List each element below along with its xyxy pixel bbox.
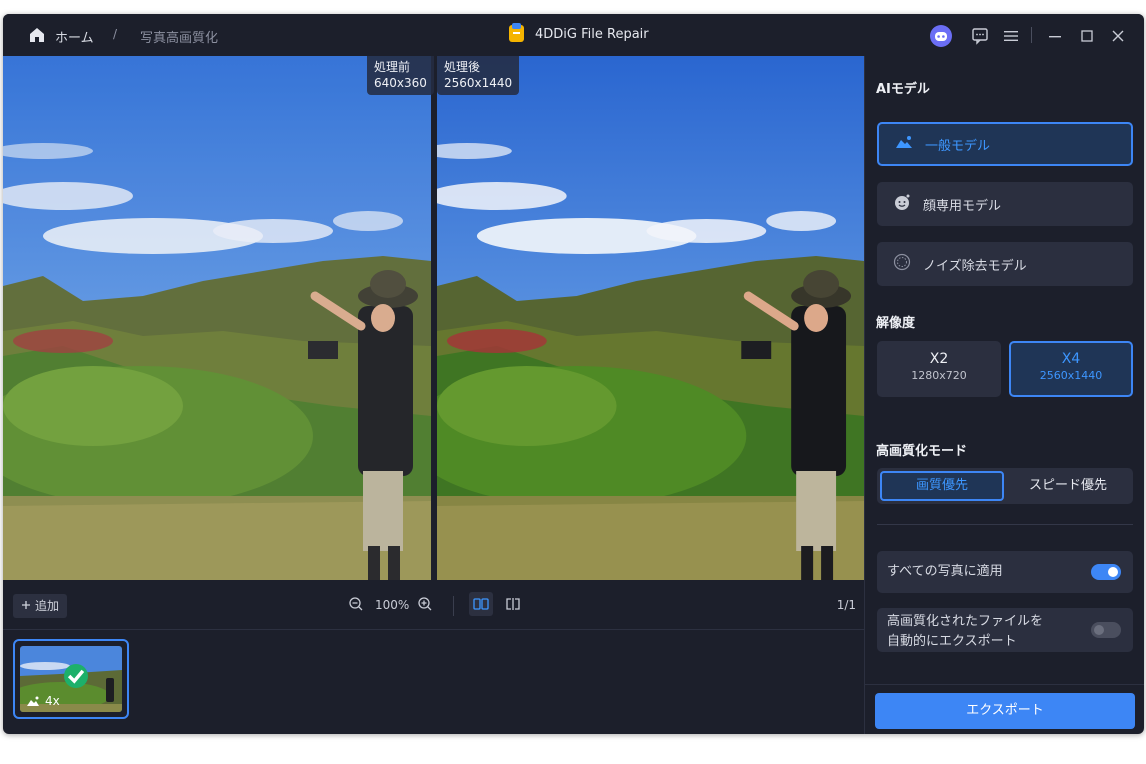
breadcrumb-current: 写真高画質化 [140,31,219,46]
resolution-x2-button[interactable]: X2 1280x720 [877,341,1001,397]
face-icon [893,193,911,215]
thumbnail-scale: 4x [45,694,60,708]
resolution-x2-label: X2 [929,351,949,367]
discord-icon[interactable] [930,25,952,47]
model-face-label: 顔専用モデル [923,198,1002,214]
after-tag: 処理後 2560x1440 [437,56,520,95]
landscape-icon [27,696,39,706]
page-count: 1/1 [836,598,856,612]
before-size: 640x360 [374,76,427,90]
thumbnail-image: 4x [20,646,122,712]
after-label: 処理後 [444,60,481,74]
apply-all-toggle[interactable] [1091,564,1121,580]
app-title: 4DDiG File Repair [535,27,649,42]
export-button[interactable]: エクスポート [875,693,1135,729]
quality-priority-button[interactable]: 画質優先 [880,471,1004,501]
resolution-x4-button[interactable]: X4 2560x1440 [1009,341,1133,397]
check-icon [64,664,88,688]
model-general-label: 一般モデル [925,138,991,154]
minimize-icon[interactable] [1044,25,1066,47]
app-window: ホーム / 写真高画質化 4DDiG File Repair 処理前 640x3… [3,14,1144,734]
add-button[interactable]: 追加 [13,594,68,618]
auto-export-toggle[interactable] [1091,622,1121,638]
enhance-mode-title: 高画質化モード [876,444,968,459]
model-noise-button[interactable]: ノイズ除去モデル [877,242,1133,286]
maximize-icon[interactable] [1076,25,1098,47]
title-bar: ホーム / 写真高画質化 4DDiG File Repair [3,14,1144,56]
feedback-icon[interactable] [969,25,991,47]
speed-priority-button[interactable]: スピード優先 [1006,471,1130,501]
zoom-level: 100% [375,598,410,612]
add-button-label: 追加 [35,599,60,613]
noise-icon [893,253,911,275]
resolution-x4-label: X4 [1061,351,1081,367]
model-general-button[interactable]: 一般モデル [877,122,1133,166]
resolution-x4-size: 2560x1440 [1039,369,1103,382]
apply-all-option: すべての写真に適用 [877,551,1133,593]
enhance-mode-group: 画質優先 スピード優先 [877,468,1133,504]
thumbnail-item[interactable]: 4x [13,639,129,719]
landscape-icon [895,134,913,154]
preview-toolbar: 追加 100% 1/1 [3,580,864,630]
plus-icon [21,594,31,618]
ai-model-title: AIモデル [876,82,930,97]
model-face-button[interactable]: 顔専用モデル [877,182,1133,226]
panel-divider [877,524,1133,525]
before-label: 処理前 [374,60,411,74]
toolbar-divider [453,596,454,616]
panel-footer-divider [865,684,1144,685]
before-image [3,56,431,580]
zoom-out-icon[interactable] [348,596,364,616]
thumbnail-strip: 4x [3,631,864,734]
model-noise-label: ノイズ除去モデル [923,258,1027,274]
breadcrumb-home[interactable]: ホーム [55,27,94,46]
app-logo-icon [508,23,526,43]
resolution-x2-size: 1280x720 [911,369,967,382]
zoom-in-icon[interactable] [417,596,433,616]
settings-panel: AIモデル 一般モデル 顔専用モデル ノイズ除去モデル 解像度 X2 1280x… [864,56,1144,734]
menu-icon[interactable] [1000,25,1022,47]
preview-area: 処理前 640x360 処理後 2560x1440 [3,56,864,580]
close-icon[interactable] [1107,25,1129,47]
after-image [437,56,864,580]
home-icon[interactable] [28,26,46,44]
split-view-icon[interactable] [469,592,493,616]
after-size: 2560x1440 [444,76,513,90]
apply-all-label: すべての写真に適用 [887,564,1003,579]
before-tag: 処理前 640x360 [367,56,434,95]
thumbnail-badge: 4x [26,694,60,708]
titlebar-divider [1031,27,1032,43]
auto-export-option: 高画質化されたファイルを 自動的にエクスポート [877,608,1133,652]
breadcrumb-separator: / [113,27,118,41]
resolution-title: 解像度 [876,316,916,331]
compare-view-icon[interactable] [501,592,525,616]
